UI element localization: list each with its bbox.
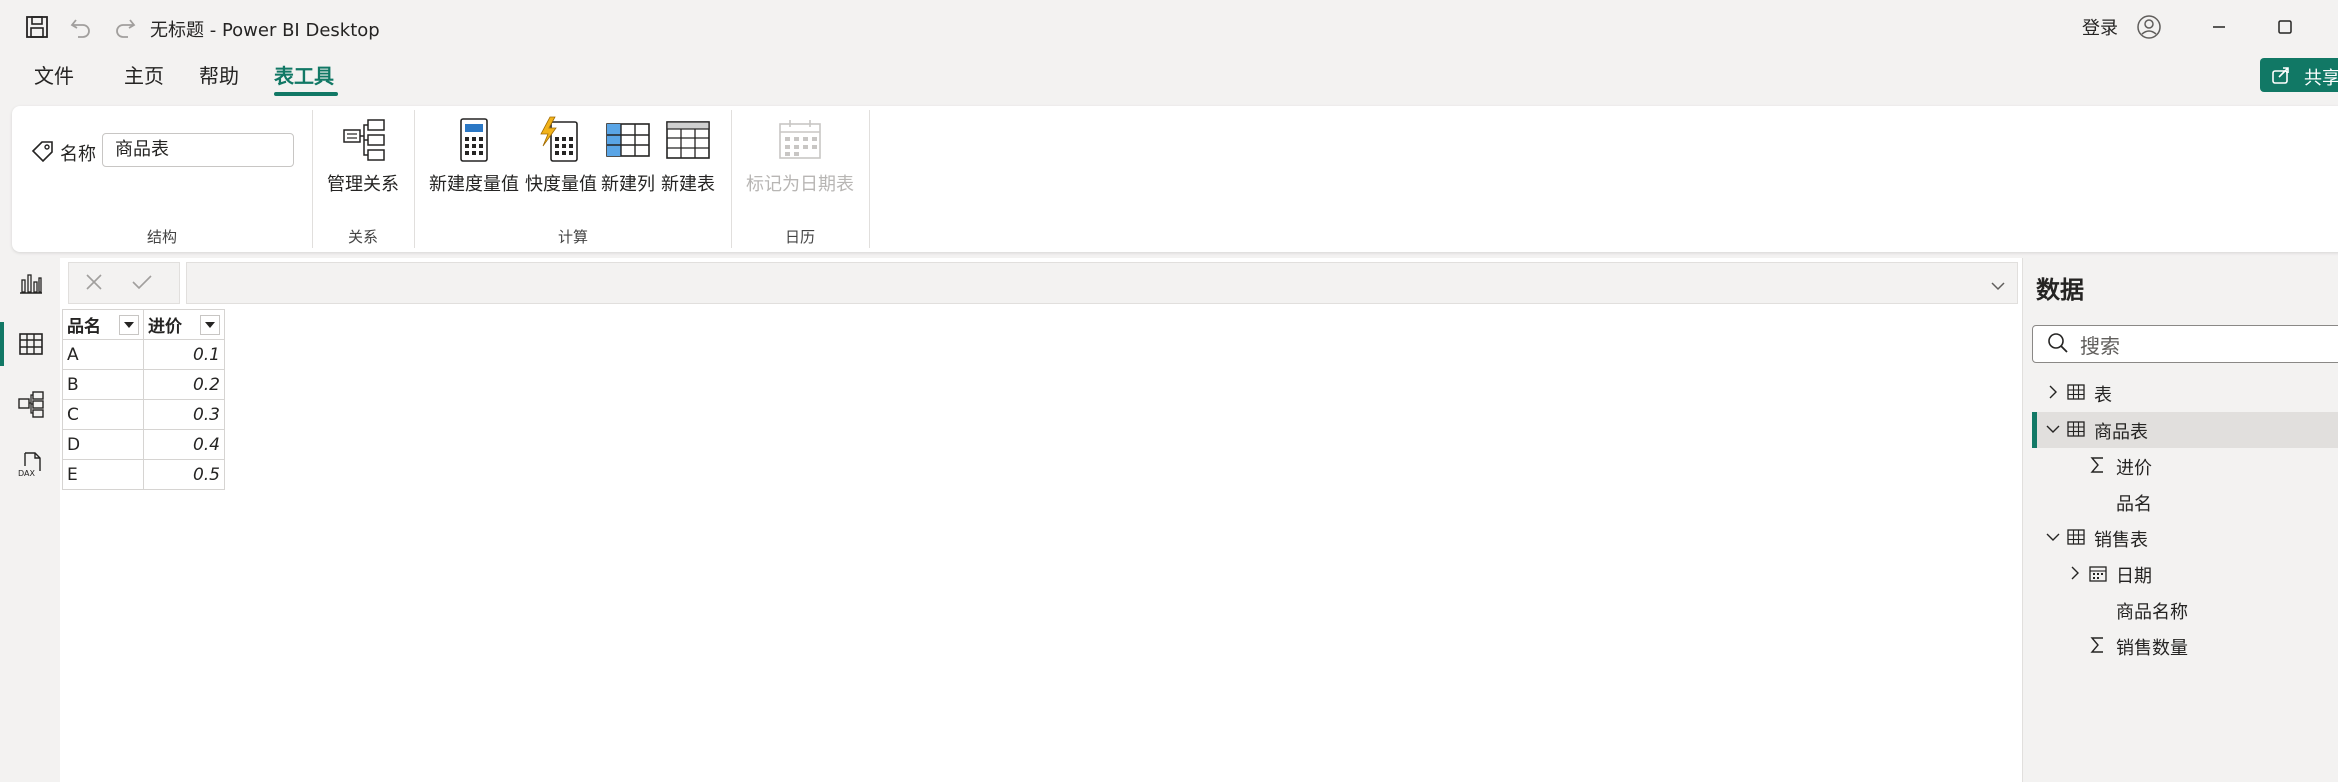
table-icon [2066, 382, 2086, 402]
new-table-icon [664, 116, 712, 164]
ribbon-separator [869, 110, 870, 248]
ribbon-separator [312, 110, 313, 248]
expand-formula-chevron-icon[interactable] [1988, 276, 2008, 296]
model-view-icon[interactable] [16, 389, 46, 419]
signin-button[interactable]: 登录 [2082, 14, 2118, 40]
tree-item-sales-table[interactable]: 销售表 [2094, 526, 2148, 552]
table-name-input[interactable]: 商品表 [102, 133, 294, 167]
manage-relationships-button[interactable]: 管理关系 [327, 170, 399, 196]
cell-price[interactable]: 0.5 [143, 459, 225, 490]
table-row: A 0.1 [62, 339, 225, 370]
chevron-down-icon[interactable] [2044, 420, 2062, 438]
tree-selection-indicator [2032, 412, 2037, 448]
cell-price[interactable]: 0.4 [143, 429, 225, 460]
mark-date-table-icon [776, 116, 824, 164]
table-icon [2066, 527, 2086, 547]
commit-formula-icon[interactable] [128, 268, 156, 296]
account-icon[interactable] [2134, 12, 2164, 42]
table-row: C 0.3 [62, 399, 225, 430]
active-tab-indicator [274, 92, 338, 96]
report-view-icon[interactable] [16, 268, 46, 298]
cell-price[interactable]: 0.3 [143, 399, 225, 430]
tree-field-sales-qty[interactable]: 销售数量 [2116, 634, 2188, 660]
chevron-down-icon[interactable] [2044, 528, 2062, 546]
new-measure-icon [450, 116, 498, 164]
new-column-icon [604, 116, 652, 164]
undo-icon[interactable] [66, 12, 96, 42]
search-icon [2046, 331, 2070, 355]
column-header-name[interactable]: 品名 [62, 309, 144, 340]
minimize-icon[interactable] [2204, 12, 2234, 42]
active-view-indicator [0, 322, 4, 366]
ribbon-separator [731, 110, 732, 248]
maximize-icon[interactable] [2270, 12, 2300, 42]
new-table-button[interactable]: 新建表 [661, 170, 715, 196]
tree-field-name[interactable]: 品名 [2116, 490, 2152, 516]
data-search-input[interactable] [2032, 325, 2338, 363]
tab-table-tools[interactable]: 表工具 [274, 60, 334, 89]
column-header-label: 进价 [148, 317, 182, 337]
table-view-icon[interactable] [16, 329, 46, 359]
sigma-icon [2088, 455, 2108, 475]
filter-dropdown-icon[interactable] [119, 314, 139, 335]
tab-file[interactable]: 文件 [34, 60, 74, 89]
name-label: 名称 [60, 144, 96, 165]
manage-relationships-icon [340, 116, 388, 164]
tree-field-price[interactable]: 进价 [2116, 454, 2152, 480]
tree-field-date[interactable]: 日期 [2116, 562, 2152, 588]
tab-help[interactable]: 帮助 [199, 60, 239, 89]
sigma-icon [2088, 635, 2108, 655]
group-label-calendar: 日历 [784, 228, 816, 246]
table-row: B 0.2 [62, 369, 225, 400]
share-icon [2270, 64, 2292, 86]
data-grid: 品名 进价 A 0.1 B 0.2 C 0.3 D 0.4 E 0.5 [62, 309, 225, 490]
ribbon-separator [414, 110, 415, 248]
chevron-right-icon[interactable] [2044, 383, 2062, 401]
new-measure-button[interactable]: 新建度量值 [429, 170, 519, 196]
cell-price[interactable]: 0.2 [143, 369, 225, 400]
tree-item-table[interactable]: 表 [2094, 381, 2112, 407]
formula-input[interactable] [186, 262, 2018, 304]
cancel-formula-icon[interactable] [80, 268, 108, 296]
chevron-right-icon[interactable] [2066, 564, 2084, 582]
group-label-relationships: 关系 [347, 228, 379, 246]
window-title: 无标题 - Power BI Desktop [150, 20, 380, 41]
quick-measure-button[interactable]: 快度量值 [525, 170, 597, 196]
tag-icon [30, 138, 56, 164]
cell-name[interactable]: A [62, 339, 144, 370]
share-button[interactable]: 共享 [2260, 58, 2338, 92]
column-header-price[interactable]: 进价 [143, 309, 225, 340]
table-icon [2066, 419, 2086, 439]
group-label-calculations: 计算 [557, 228, 589, 246]
share-label: 共享 [2304, 68, 2338, 89]
mark-as-date-table-button[interactable]: 标记为日期表 [746, 170, 854, 196]
table-row: D 0.4 [62, 429, 225, 460]
filter-dropdown-icon[interactable] [200, 314, 220, 335]
group-label-structure: 结构 [146, 228, 178, 246]
search-placeholder: 搜索 [2080, 334, 2120, 358]
column-header-label: 品名 [67, 317, 101, 337]
tree-field-product-name[interactable]: 商品名称 [2116, 598, 2188, 624]
table-view-canvas [60, 258, 2022, 782]
cell-name[interactable]: E [62, 459, 144, 490]
tab-home[interactable]: 主页 [124, 60, 164, 89]
cell-name[interactable]: B [62, 369, 144, 400]
redo-icon[interactable] [110, 12, 140, 42]
save-icon[interactable] [22, 12, 52, 42]
tree-item-products-table[interactable]: 商品表 [2094, 418, 2148, 444]
quick-measure-icon [536, 116, 584, 164]
table-row: E 0.5 [62, 459, 225, 490]
svg-text:DAX: DAX [18, 469, 35, 478]
cell-name[interactable]: C [62, 399, 144, 430]
cell-name[interactable]: D [62, 429, 144, 460]
data-pane-title: 数据 [2036, 276, 2084, 304]
cell-price[interactable]: 0.1 [143, 339, 225, 370]
new-column-button[interactable]: 新建列 [601, 170, 655, 196]
dax-query-view-icon[interactable]: DAX [16, 449, 46, 479]
calendar-icon [2088, 563, 2108, 583]
